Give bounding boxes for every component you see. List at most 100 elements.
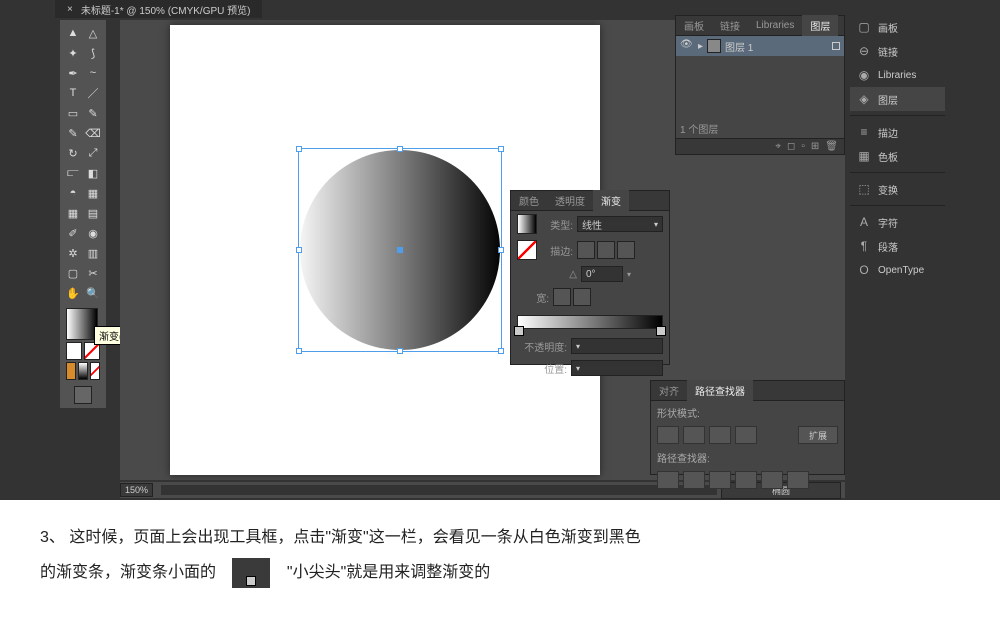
gradient-slider[interactable]	[517, 315, 663, 329]
target-icon[interactable]	[832, 42, 840, 50]
new-layer-icon[interactable]: ⊞	[811, 141, 819, 152]
rotate-tool[interactable]: ↻	[64, 144, 82, 162]
hand-tool[interactable]: ✋	[64, 284, 82, 302]
artboard-tool[interactable]: ▢	[64, 264, 82, 282]
blend-tool[interactable]: ◉	[84, 224, 102, 242]
handle-w[interactable]	[296, 247, 302, 253]
aspect-2[interactable]	[573, 288, 591, 306]
dock-layers[interactable]: ◈图层	[850, 87, 945, 111]
handle-ne[interactable]	[498, 146, 504, 152]
new-sublayer-icon[interactable]: ▫	[801, 141, 805, 152]
magic-wand-tool[interactable]: ✦	[64, 44, 82, 62]
delete-layer-icon[interactable]: 🗑	[825, 141, 838, 152]
none-mode-icon[interactable]	[90, 362, 100, 380]
dock-opentype[interactable]: OOpenType	[850, 258, 945, 282]
gradient-mode-icon[interactable]	[78, 362, 88, 380]
close-tab-icon[interactable]: ×	[63, 2, 77, 17]
minus-back-button[interactable]	[787, 471, 809, 489]
selection-tool[interactable]: ▲	[64, 24, 82, 42]
fill-stroke-swatch[interactable]	[64, 308, 102, 404]
zoom-tool[interactable]: 🔍	[84, 284, 102, 302]
center-point[interactable]	[397, 247, 403, 253]
tab-transparency[interactable]: 透明度	[547, 190, 593, 211]
tab-libraries[interactable]: Libraries	[748, 17, 802, 34]
screen-mode-icon[interactable]	[74, 386, 92, 404]
tab-align[interactable]: 对齐	[651, 380, 687, 401]
dock-links[interactable]: ⊖链接	[850, 39, 945, 63]
tab-pathfinder[interactable]: 路径查找器	[687, 380, 753, 401]
tab-gradient[interactable]: 渐变	[593, 190, 629, 211]
stroke-swatch[interactable]	[517, 240, 537, 260]
divide-button[interactable]	[657, 471, 679, 489]
intersect-button[interactable]	[709, 426, 731, 444]
column-graph-tool[interactable]: ▥	[84, 244, 102, 262]
free-transform-tool[interactable]: ◧	[84, 164, 102, 182]
perspective-tool[interactable]: ▦	[84, 184, 102, 202]
angle-label: △	[545, 269, 577, 280]
dock-transform[interactable]: ⬚变换	[850, 177, 945, 201]
clip-mask-icon[interactable]: ◻	[787, 141, 795, 152]
default-fill-icon[interactable]	[66, 342, 82, 360]
zoom-level[interactable]: 150%	[120, 483, 153, 497]
position-input[interactable]	[571, 360, 663, 376]
dock-artboards[interactable]: ▢画板	[850, 15, 945, 39]
expand-button[interactable]: 扩展	[798, 426, 838, 444]
tab-layers[interactable]: 图层	[802, 15, 838, 36]
line-tool[interactable]: ／	[84, 84, 102, 102]
handle-n[interactable]	[397, 146, 403, 152]
handle-nw[interactable]	[296, 146, 302, 152]
scale-tool[interactable]: ⤢	[84, 144, 102, 162]
shaper-tool[interactable]: ✎	[64, 124, 82, 142]
stroke-mode-1[interactable]	[577, 241, 595, 259]
gradient-tool[interactable]: ▤	[84, 204, 102, 222]
width-tool[interactable]: ⫍	[64, 164, 82, 182]
rectangle-tool[interactable]: ▭	[64, 104, 82, 122]
eraser-tool[interactable]: ⌫	[84, 124, 102, 142]
dock-character[interactable]: A字符	[850, 210, 945, 234]
outline-button[interactable]	[761, 471, 783, 489]
tab-color[interactable]: 颜色	[511, 190, 547, 211]
symbol-sprayer-tool[interactable]: ✲	[64, 244, 82, 262]
expand-icon[interactable]: ▸	[698, 41, 703, 52]
direct-selection-tool[interactable]: △	[84, 24, 102, 42]
document-tab[interactable]: × 未标题-1* @ 150% (CMYK/GPU 预览)	[55, 0, 262, 18]
mesh-tool[interactable]: ▦	[64, 204, 82, 222]
tab-artboards[interactable]: 画板	[676, 15, 712, 36]
aspect-1[interactable]	[553, 288, 571, 306]
minus-front-button[interactable]	[683, 426, 705, 444]
curvature-tool[interactable]: ~	[84, 64, 102, 82]
dock-swatches[interactable]: ▦色板	[850, 144, 945, 168]
crop-button[interactable]	[735, 471, 757, 489]
layer-row[interactable]: 👁 ▸ 图层 1	[676, 36, 844, 56]
shape-builder-tool[interactable]: ◓	[64, 184, 82, 202]
dock-libraries[interactable]: ◉Libraries	[850, 63, 945, 87]
paintbrush-tool[interactable]: ✎	[84, 104, 102, 122]
dock-paragraph[interactable]: ¶段落	[850, 234, 945, 258]
gradient-type-select[interactable]: 线性	[577, 216, 663, 232]
pen-tool[interactable]: ✒	[64, 64, 82, 82]
exclude-button[interactable]	[735, 426, 757, 444]
slice-tool[interactable]: ✂	[84, 264, 102, 282]
color-mode-icon[interactable]	[66, 362, 76, 380]
handle-e[interactable]	[498, 247, 504, 253]
merge-button[interactable]	[709, 471, 731, 489]
lasso-tool[interactable]: ⟆	[84, 44, 102, 62]
handle-sw[interactable]	[296, 348, 302, 354]
tab-links[interactable]: 链接	[712, 15, 748, 36]
type-tool[interactable]: T	[64, 84, 82, 102]
locate-icon[interactable]: ⌖	[775, 141, 781, 152]
scrollbar-horizontal[interactable]	[161, 485, 717, 495]
layer-name[interactable]: 图层 1	[725, 39, 753, 54]
dock-stroke[interactable]: ≡描边	[850, 120, 945, 144]
angle-input[interactable]	[581, 266, 623, 282]
trim-button[interactable]	[683, 471, 705, 489]
stroke-mode-2[interactable]	[597, 241, 615, 259]
eyedropper-tool[interactable]: ✐	[64, 224, 82, 242]
opacity-input[interactable]	[571, 338, 663, 354]
handle-se[interactable]	[498, 348, 504, 354]
stroke-mode-3[interactable]	[617, 241, 635, 259]
gradient-preview-swatch[interactable]	[517, 214, 537, 234]
unite-button[interactable]	[657, 426, 679, 444]
visibility-icon[interactable]: 👁	[680, 39, 694, 53]
handle-s[interactable]	[397, 348, 403, 354]
